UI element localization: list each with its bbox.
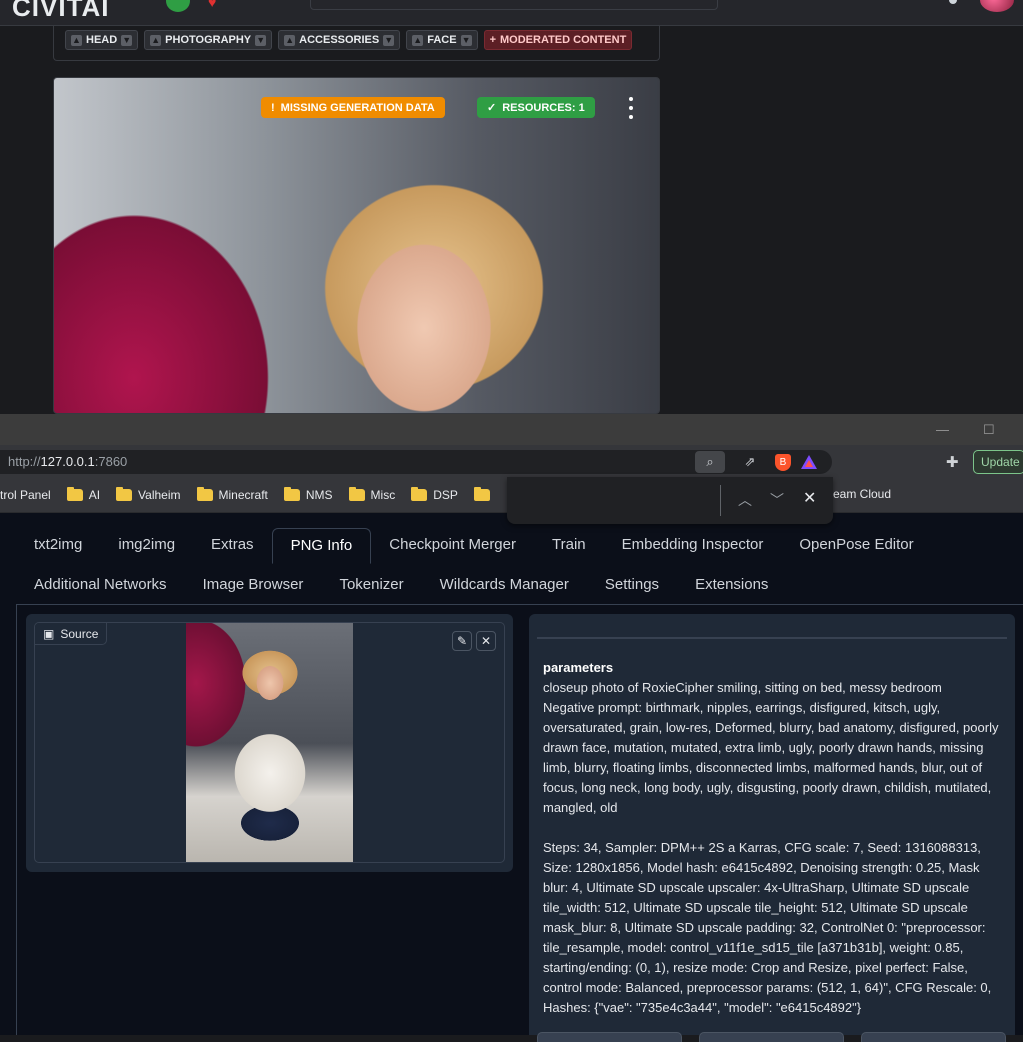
update-button[interactable]: Update (973, 450, 1023, 474)
user-avatar[interactable] (980, 0, 1014, 12)
folder-icon (348, 486, 365, 501)
warning-icon: ! (271, 101, 275, 114)
maximize-icon[interactable]: ☐ (983, 422, 995, 438)
downvote-icon[interactable]: ▼ (460, 34, 472, 46)
upvote-icon[interactable]: ▲ (71, 34, 82, 46)
brave-rewards-icon[interactable] (801, 455, 817, 469)
resources-badge[interactable]: ✓ RESOURCES: 1 (477, 97, 595, 118)
bookmark-folder-ai[interactable]: AI (66, 486, 100, 502)
downvote-icon[interactable]: ▼ (383, 34, 395, 46)
site-logo[interactable]: CIVITAI (12, 0, 110, 23)
folder-icon (473, 486, 490, 501)
bookmark-folder-nms[interactable]: NMS (283, 486, 333, 502)
missing-data-badge[interactable]: ! MISSING GENERATION DATA (261, 97, 445, 118)
tab-txt2img[interactable]: txt2img (16, 528, 100, 564)
bookmark-folder-valheim[interactable]: Valheim (116, 486, 181, 502)
upvote-icon[interactable]: ▲ (284, 34, 296, 46)
folder-icon (116, 486, 133, 501)
bookmark-steam-cloud[interactable]: eam Cloud (833, 487, 891, 501)
extensions-icon[interactable]: ✚ (946, 453, 959, 471)
check-icon: ✓ (487, 102, 497, 114)
tab-embedding-inspector[interactable]: Embedding Inspector (604, 528, 782, 564)
background-website: CIVITAI ♥ ▲ HEAD ▼ ▲ PHOTOGRAPHY ▼ ▲ ACCESSOR… (0, 0, 1023, 414)
bookmark-folder-misc[interactable]: Misc (348, 486, 395, 502)
site-search-input[interactable] (310, 0, 718, 10)
gallery-image[interactable]: ! MISSING GENERATION DATA ✓ RESOURCES: 1 (53, 77, 660, 414)
send-to-img2img-button[interactable] (699, 1032, 844, 1042)
source-image-preview (186, 623, 353, 862)
tab-tokenizer[interactable]: Tokenizer (321, 568, 421, 602)
more-options-icon[interactable] (626, 97, 636, 119)
tab-wildcards-manager[interactable]: Wildcards Manager (422, 568, 587, 602)
parameters-heading: parameters (543, 660, 614, 675)
tab-row-2: Additional Networks Image Browser Tokeni… (16, 568, 786, 602)
close-icon[interactable]: ✕ (803, 488, 816, 508)
tag-accessories[interactable]: ▲ ACCESSORIES ▼ (278, 30, 401, 50)
window-titlebar: — ☐ (0, 414, 1023, 445)
find-next-icon[interactable]: ﹀ (770, 490, 784, 510)
tab-settings[interactable]: Settings (587, 568, 677, 602)
tab-train[interactable]: Train (534, 528, 604, 564)
address-bar-actions: ⌕ ⇗ B (695, 450, 817, 474)
minimize-icon[interactable]: — (936, 422, 949, 437)
upvote-icon[interactable]: ▲ (150, 34, 162, 46)
tab-img2img[interactable]: img2img (100, 528, 193, 564)
site-header: CIVITAI ♥ (0, 0, 1023, 26)
share-icon[interactable]: ⇗ (735, 451, 765, 473)
bookmark-folder-partial[interactable] (473, 486, 490, 501)
downvote-icon[interactable]: ▼ (121, 34, 133, 46)
tag-photography[interactable]: ▲ PHOTOGRAPHY ▼ (144, 30, 273, 50)
generation-settings-text: Steps: 34, Sampler: DPM++ 2S a Karras, C… (543, 840, 995, 1015)
bookmark-folder-minecraft[interactable]: Minecraft (196, 486, 268, 502)
prompt-text: closeup photo of RoxieCipher smiling, si… (543, 680, 942, 695)
tab-additional-networks[interactable]: Additional Networks (16, 568, 185, 602)
tag-bar: ▲ HEAD ▼ ▲ PHOTOGRAPHY ▼ ▲ ACCESSORIES ▼ ▲ FACE… (53, 26, 660, 61)
send-to-inpaint-button[interactable] (861, 1032, 1006, 1042)
tab-openpose-editor[interactable]: OpenPose Editor (781, 528, 931, 564)
heart-icon[interactable]: ♥ (208, 0, 216, 10)
tag-face[interactable]: ▲ FACE ▼ (406, 30, 478, 50)
parameters-output: parameters closeup photo of RoxieCipher … (529, 614, 1015, 1042)
tab-png-info[interactable]: PNG Info (271, 528, 372, 564)
tab-row-1: txt2img img2img Extras PNG Info Checkpoi… (16, 528, 932, 564)
find-in-page-icon[interactable]: ⌕ (695, 451, 725, 473)
folder-icon (411, 486, 428, 501)
tab-extensions[interactable]: Extensions (677, 568, 786, 602)
folder-icon (196, 486, 213, 501)
source-image-dropzone[interactable]: ▣ Source ✎ ✕ (34, 622, 505, 863)
brave-shields-icon[interactable]: B (775, 453, 791, 471)
plus-icon: + (489, 34, 497, 46)
tab-checkpoint-merger[interactable]: Checkpoint Merger (371, 528, 534, 564)
bookmark-folder-dsp[interactable]: DSP (411, 486, 458, 502)
tag-head[interactable]: ▲ HEAD ▼ (65, 30, 139, 50)
tag-moderated-content[interactable]: + MODERATED CONTENT (483, 30, 633, 50)
tab-image-browser[interactable]: Image Browser (185, 568, 322, 602)
find-bar: ︿ ﹀ ✕ (507, 477, 833, 524)
source-label: ▣ Source (35, 623, 108, 645)
folder-icon (283, 486, 300, 501)
image-icon: ▣ (43, 626, 55, 641)
edit-icon[interactable]: ✎ (452, 631, 472, 651)
notification-icon[interactable] (949, 0, 957, 4)
parameters-text: parameters closeup photo of RoxieCipher … (543, 658, 1007, 1018)
address-row: http://127.0.0.1:7860 ⌕ ⇗ B ✚ Update (0, 445, 1023, 477)
find-previous-icon[interactable]: ︿ (738, 490, 752, 510)
browser-window: — ☐ http://127.0.0.1:7860 ⌕ ⇗ B ✚ Update… (0, 414, 1023, 1042)
status-dot-icon (166, 0, 190, 12)
downvote-icon[interactable]: ▼ (255, 34, 267, 46)
tab-extras[interactable]: Extras (193, 528, 272, 564)
folder-icon (66, 486, 83, 501)
bookmark-control-panel[interactable]: trol Panel (0, 488, 51, 502)
negative-prompt-text: Negative prompt: birthmark, nipples, ear… (543, 700, 1003, 815)
send-to-txt2img-button[interactable] (537, 1032, 682, 1042)
upvote-icon[interactable]: ▲ (412, 34, 424, 46)
clear-image-icon[interactable]: ✕ (476, 631, 496, 651)
